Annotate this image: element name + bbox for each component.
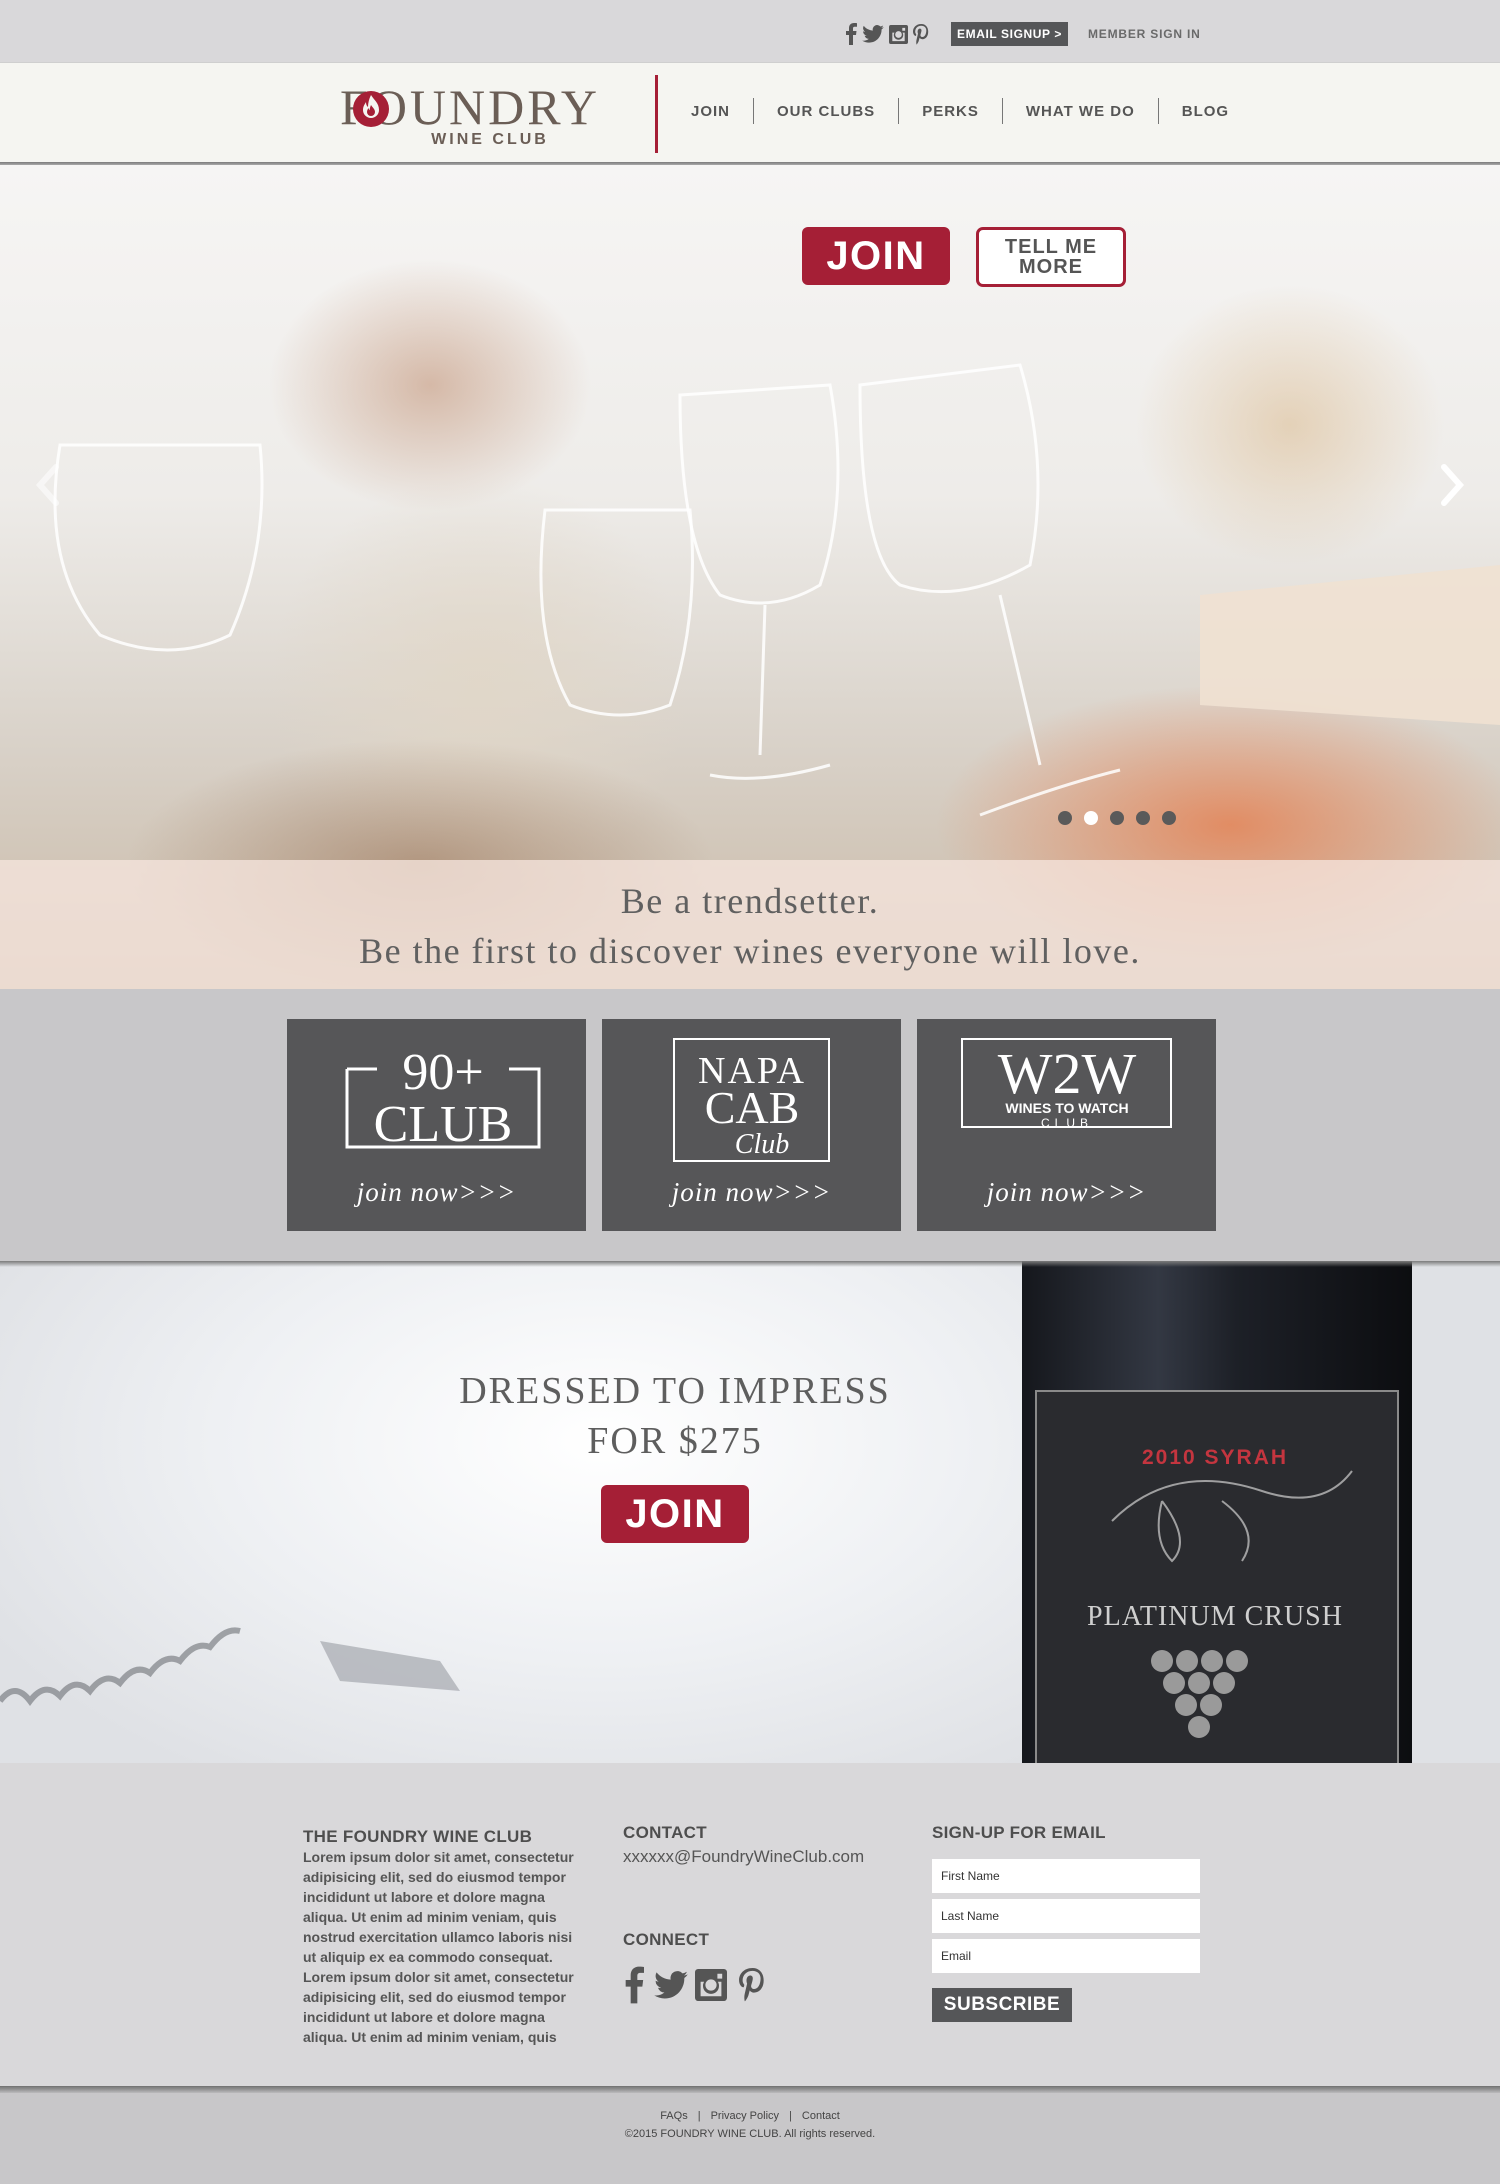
carousel-dot[interactable]: [1136, 811, 1150, 825]
tell-me-more-button[interactable]: TELL ME MORE: [976, 227, 1126, 287]
carousel-dot[interactable]: [1058, 811, 1072, 825]
link-separator: |: [697, 2110, 701, 2122]
bottom-shadow: [0, 2086, 1500, 2093]
first-name-field[interactable]: [932, 1859, 1200, 1893]
facebook-icon[interactable]: [623, 1963, 645, 2007]
svg-text:CLUB: CLUB: [1041, 1116, 1093, 1130]
club-join-link[interactable]: join now>>>: [287, 1177, 586, 1208]
nav-join[interactable]: JOIN: [668, 103, 753, 120]
club-card-napa-cab[interactable]: NAPA CAB Club join now>>>: [602, 1019, 901, 1231]
bottle-wine-name: PLATINUM CRUSH: [1087, 1601, 1343, 1632]
carousel-dot[interactable]: [1162, 811, 1176, 825]
email-field[interactable]: [932, 1939, 1200, 1973]
privacy-policy-link[interactable]: Privacy Policy: [711, 2110, 779, 2122]
pinterest-icon[interactable]: [738, 1963, 766, 2007]
copyright-text: ©2015 FOUNDRY WINE CLUB. All rights rese…: [624, 2128, 876, 2140]
svg-text:W2W: W2W: [998, 1041, 1137, 1106]
carousel-dot[interactable]: [1084, 811, 1098, 825]
tagline-line2: Be the first to discover wines everyone …: [359, 931, 1141, 971]
90plus-club-logo: 90+ CLUB: [345, 1044, 541, 1153]
subscribe-button[interactable]: SUBSCRIBE: [932, 1988, 1072, 2022]
last-name-field[interactable]: [932, 1899, 1200, 1933]
site-footer: THE FOUNDRY WINE CLUB Lorem ipsum dolor …: [0, 1763, 1500, 2088]
carousel-prev-arrow[interactable]: [28, 455, 68, 515]
twitter-icon[interactable]: [862, 20, 884, 48]
promo-headline-line1: DRESSED TO IMPRESS: [459, 1370, 891, 1412]
club-card-w2w[interactable]: W2W WINES TO WATCH CLUB join now>>>: [917, 1019, 1216, 1231]
svg-text:WINES TO WATCH: WINES TO WATCH: [1005, 1100, 1128, 1116]
foundry-logo[interactable]: FOUNDRY WINE CLUB: [300, 79, 640, 149]
facebook-icon[interactable]: [844, 20, 858, 48]
club-join-link[interactable]: join now>>>: [917, 1177, 1216, 1208]
club-card-90plus[interactable]: 90+ CLUB join now>>>: [287, 1019, 586, 1231]
contact-email-link[interactable]: xxxxxx@FoundryWineClub.com: [623, 1847, 864, 1867]
site-header: FOUNDRY WINE CLUB JOIN OUR CLUBS PERKS W…: [0, 62, 1500, 162]
promo-headline-line2: FOR $275: [587, 1420, 763, 1462]
promo-join-button[interactable]: JOIN: [601, 1485, 749, 1543]
nav-what-we-do[interactable]: WHAT WE DO: [1003, 103, 1158, 120]
hero-join-button[interactable]: JOIN: [802, 227, 950, 285]
club-join-link[interactable]: join now>>>: [602, 1177, 901, 1208]
nav-blog[interactable]: BLOG: [1159, 103, 1252, 120]
tell-me-more-line2: MORE: [1019, 256, 1083, 278]
connect-heading: CONNECT: [623, 1930, 710, 1949]
contact-heading: CONTACT: [623, 1823, 707, 1842]
napa-cab-club-logo: NAPA CAB Club: [673, 1038, 830, 1162]
pinterest-icon[interactable]: [912, 20, 930, 48]
corkscrew-image: [0, 1627, 460, 1706]
instagram-icon[interactable]: [694, 1963, 728, 2007]
clubs-section: 90+ CLUB join now>>> NAPA CAB Club join …: [0, 989, 1500, 1261]
tell-me-more-line1: TELL ME: [1004, 236, 1098, 258]
bottom-bar: FAQs | Privacy Policy | Contact ©2015 FO…: [0, 2088, 1500, 2184]
top-utility-bar: EMAIL SIGNUP > MEMBER SIGN IN: [0, 0, 1500, 62]
main-nav: JOIN OUR CLUBS PERKS WHAT WE DO BLOG: [668, 96, 1252, 126]
carousel-next-arrow[interactable]: [1432, 455, 1472, 515]
svg-text:CLUB: CLUB: [374, 1096, 513, 1153]
header-divider: [655, 75, 658, 153]
contact-link[interactable]: Contact: [802, 2110, 840, 2122]
w2w-club-logo: W2W WINES TO WATCH CLUB: [961, 1038, 1172, 1130]
wine-bottle-image: [1022, 1261, 1412, 1763]
twitter-icon[interactable]: [654, 1963, 688, 2007]
promo-section: DRESSED TO IMPRESS FOR $275 JOIN 2010 SY…: [0, 1261, 1500, 1763]
email-signup-button[interactable]: EMAIL SIGNUP >: [951, 22, 1068, 46]
signup-heading: SIGN-UP FOR EMAIL: [932, 1823, 1106, 1842]
tagline-band: Be a trendsetter. Be the first to discov…: [0, 860, 1500, 989]
svg-text:90+: 90+: [402, 1044, 483, 1101]
link-separator: |: [789, 2110, 792, 2122]
member-sign-in-link[interactable]: MEMBER SIGN IN: [1088, 22, 1201, 46]
nav-our-clubs[interactable]: OUR CLUBS: [754, 103, 898, 120]
about-heading: THE FOUNDRY WINE CLUB: [303, 1827, 533, 1846]
bottom-links: FAQs | Privacy Policy | Contact: [0, 2110, 1500, 2122]
promo-top-shadow: [0, 1261, 1500, 1267]
svg-text:CAB: CAB: [705, 1082, 800, 1133]
nav-perks[interactable]: PERKS: [899, 103, 1002, 120]
faqs-link[interactable]: FAQs: [660, 2110, 688, 2122]
carousel-dots: [1058, 811, 1176, 825]
svg-text:Club: Club: [735, 1129, 789, 1160]
bottle-vintage-label: 2010 SYRAH: [1141, 1446, 1289, 1469]
tagline-line1: Be a trendsetter.: [620, 881, 880, 921]
flame-icon: [353, 91, 389, 127]
logo-subtitle: WINE CLUB: [431, 131, 549, 148]
logo-wordmark: FOUNDRY: [340, 79, 600, 135]
instagram-icon[interactable]: [888, 20, 908, 48]
hero-carousel: JOIN TELL ME MORE Be a trendsetter. Be t…: [0, 165, 1500, 989]
carousel-dot[interactable]: [1110, 811, 1124, 825]
about-text: Lorem ipsum dolor sit amet, consectetur …: [303, 1849, 574, 2045]
